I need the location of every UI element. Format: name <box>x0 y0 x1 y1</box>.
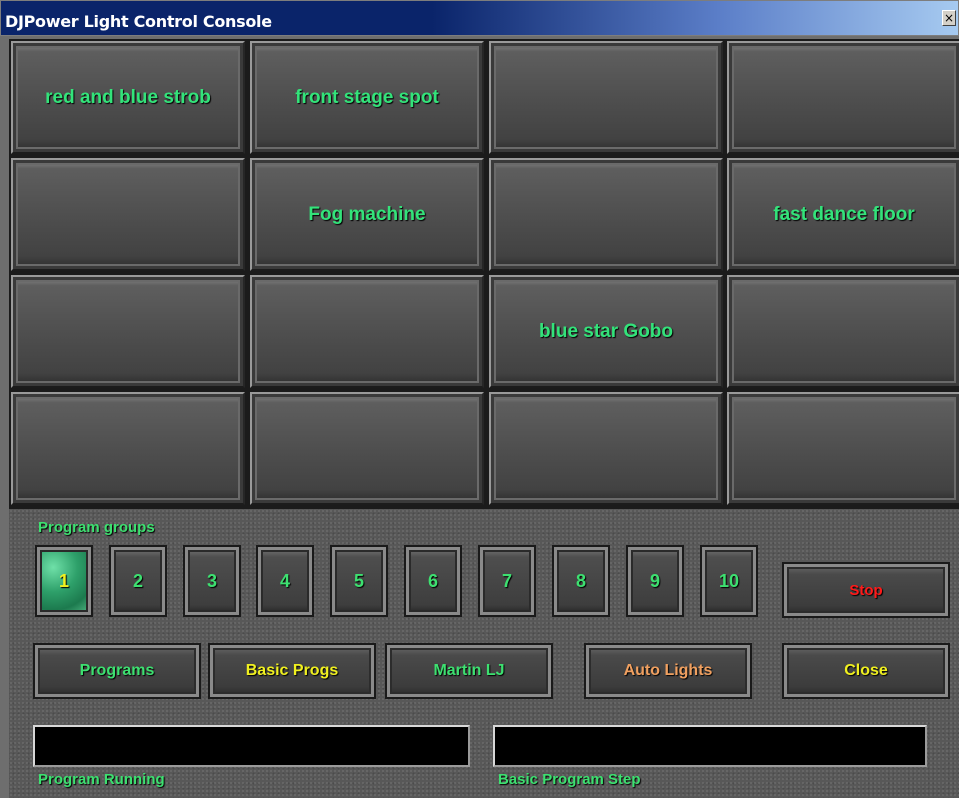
pad-button[interactable] <box>250 392 484 505</box>
program-group-button-3[interactable]: 3 <box>183 545 241 617</box>
program-group-button-1[interactable]: 1 <box>35 545 93 617</box>
pad-button[interactable] <box>250 275 484 388</box>
program-group-button-7[interactable]: 7 <box>478 545 536 617</box>
program-group-button-2[interactable]: 2 <box>109 545 167 617</box>
program-group-button-9[interactable]: 9 <box>626 545 684 617</box>
pad-button[interactable] <box>489 158 723 271</box>
program-group-button-6[interactable]: 6 <box>404 545 462 617</box>
program-group-button-8[interactable]: 8 <box>552 545 610 617</box>
program-group-button-4[interactable]: 4 <box>256 545 314 617</box>
pad-button[interactable] <box>727 392 959 505</box>
pad-button[interactable] <box>11 275 245 388</box>
basic-program-step-display <box>493 725 927 767</box>
title-bar: DJPower Light Control Console × <box>0 0 959 36</box>
pad-button[interactable] <box>489 392 723 505</box>
pad-button[interactable] <box>727 41 959 154</box>
close-button[interactable]: Close <box>782 643 950 699</box>
stop-button[interactable]: Stop <box>782 562 950 618</box>
programs-button[interactable]: Programs <box>33 643 201 699</box>
window-close-button[interactable]: × <box>942 10 956 26</box>
program-group-button-5[interactable]: 5 <box>330 545 388 617</box>
pad-button[interactable] <box>11 158 245 271</box>
program-running-display <box>33 725 470 767</box>
window-title: DJPower Light Control Console <box>5 12 272 31</box>
auto-lights-button[interactable]: Auto Lights <box>584 643 752 699</box>
pad-button[interactable]: red and blue strob <box>11 41 245 154</box>
program-running-label: Program Running <box>38 771 165 788</box>
pad-button[interactable] <box>489 41 723 154</box>
basic-progs-button[interactable]: Basic Progs <box>208 643 376 699</box>
pad-button[interactable]: blue star Gobo <box>489 275 723 388</box>
basic-program-step-label: Basic Program Step <box>498 771 641 788</box>
pad-button[interactable]: front stage spot <box>250 41 484 154</box>
program-groups-label: Program groups <box>38 519 155 536</box>
program-group-button-10[interactable]: 10 <box>700 545 758 617</box>
pad-button[interactable] <box>11 392 245 505</box>
pad-button[interactable]: Fog machine <box>250 158 484 271</box>
martin-lj-button[interactable]: Martin LJ <box>385 643 553 699</box>
pad-button[interactable] <box>727 275 959 388</box>
pad-button[interactable]: fast dance floor <box>727 158 959 271</box>
